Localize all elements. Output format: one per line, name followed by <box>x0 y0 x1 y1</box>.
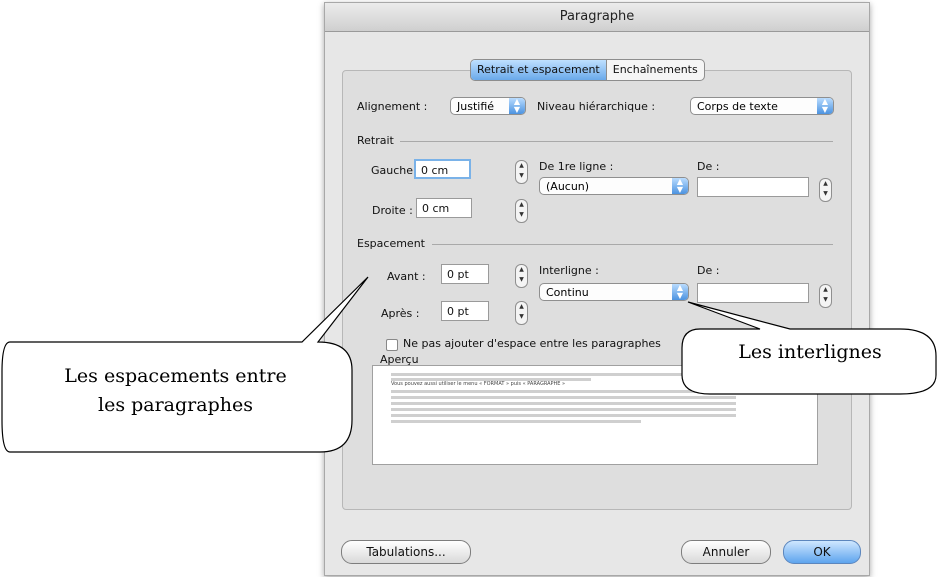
left-callout-line: Les espacements entre <box>64 365 287 387</box>
left-callout-line: les paragraphes <box>98 394 253 416</box>
left-callout-text: Les espacements entre les paragraphes <box>18 362 333 420</box>
right-callout-text: Les interlignes <box>738 341 882 363</box>
callout-shapes <box>1 276 937 453</box>
